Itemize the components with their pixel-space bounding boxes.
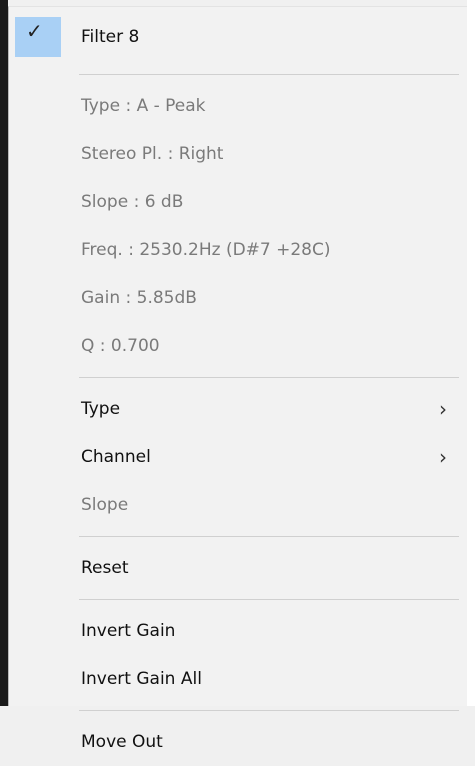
chevron-right-icon: › — [439, 397, 447, 421]
context-menu: ✓ Filter 8 Type : A - Peak Stereo Pl. : … — [8, 6, 467, 752]
menu-item-invert-gain-all[interactable]: Invert Gain All — [9, 655, 467, 703]
info-frequency: Freq. : 2530.2Hz (D#7 +28C) — [81, 240, 331, 260]
menu-item-move-out[interactable]: Move Out — [9, 718, 467, 766]
background-window-edge — [0, 0, 8, 706]
menu-item-reset[interactable]: Reset — [9, 544, 467, 592]
checkmark-icon: ✓ — [26, 19, 43, 43]
separator — [79, 377, 459, 378]
menu-item-label: Filter 8 — [81, 27, 140, 47]
separator — [79, 599, 459, 600]
separator — [79, 710, 459, 711]
menu-item-slope: Slope — [81, 495, 129, 515]
info-type: Type : A - Peak — [81, 96, 206, 116]
info-q: Q : 0.700 — [81, 336, 160, 356]
menu-item-filter-8[interactable]: ✓ Filter 8 — [9, 7, 467, 67]
separator — [79, 536, 459, 537]
chevron-right-icon: › — [439, 445, 447, 469]
separator — [79, 74, 459, 75]
background-window-edge-right — [467, 0, 475, 706]
info-gain: Gain : 5.85dB — [81, 288, 197, 308]
menu-item-invert-gain[interactable]: Invert Gain — [9, 607, 467, 655]
menu-item-type[interactable]: Type › — [9, 385, 467, 433]
info-slope: Slope : 6 dB — [81, 192, 184, 212]
info-stereo-placement: Stereo Pl. : Right — [81, 144, 224, 164]
menu-item-channel[interactable]: Channel › — [9, 433, 467, 481]
